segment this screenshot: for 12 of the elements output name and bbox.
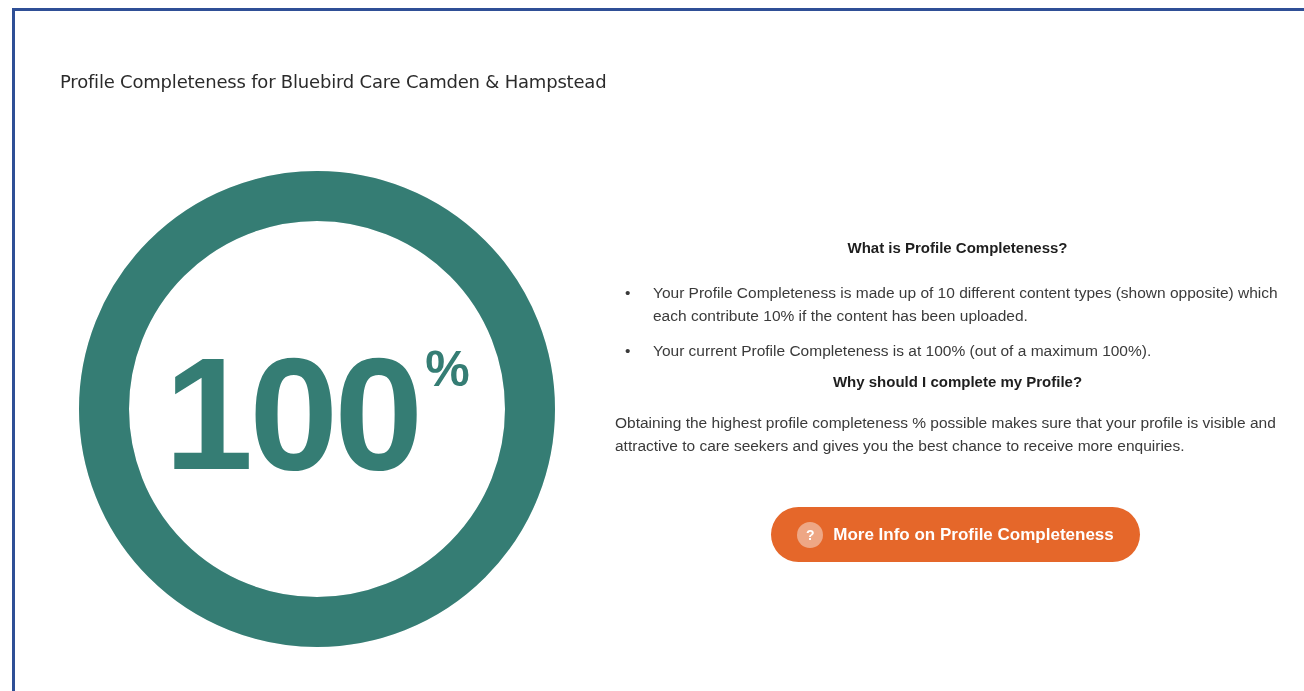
paragraph: Obtaining the highest profile completeness % possible makes sure that your profile is visible and attractive to care seekers and gives you the best chance to receive more enquiries. <box>615 413 1277 456</box>
percent-sign: % <box>425 340 470 398</box>
bullet-text: Your current Profile Completeness is at 100% (out of a maximum 100%). <box>653 341 1152 361</box>
help-icon: ? <box>797 521 824 548</box>
bullet-text: Your Profile Completeness is made up of 10 different content types (shown opposite) which each contribute 10% if the content has been uploaded. <box>653 283 1279 326</box>
page-title: Profile Completeness for Bluebird Care Camden & Hampstead <box>60 71 608 92</box>
bullet-marker: • <box>625 283 632 303</box>
section-heading: Why should I complete my Profile? <box>831 372 1084 392</box>
more-info-button[interactable]: ? More Info on Profile Completeness <box>771 507 1140 562</box>
bullet-marker: • <box>625 341 632 361</box>
section-heading: What is Profile Completeness? <box>846 238 1069 258</box>
percentage-value: 100 <box>164 334 420 494</box>
